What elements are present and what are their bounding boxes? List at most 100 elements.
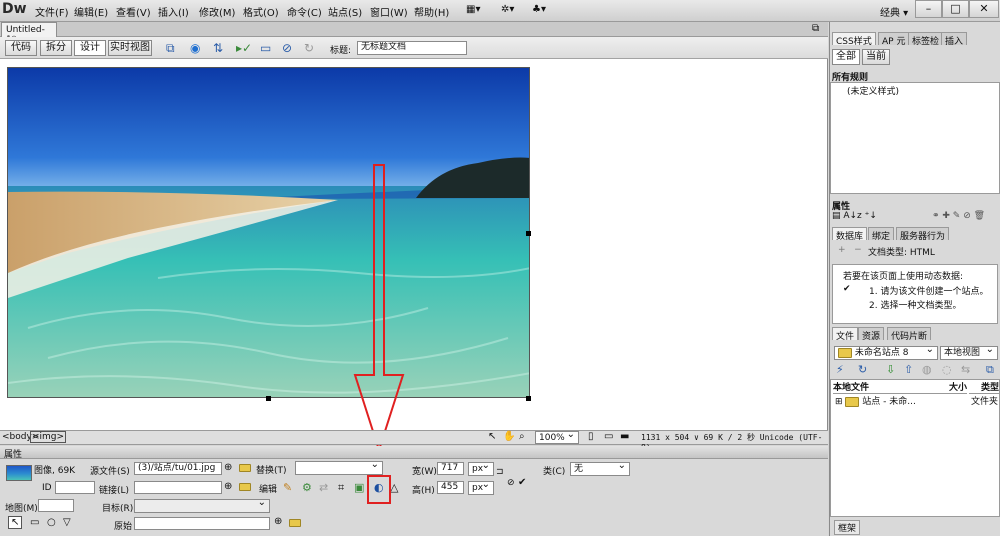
file-management-icon[interactable]: ⇅ (213, 41, 223, 55)
original-point-to-file-icon[interactable]: ⊕ (274, 516, 282, 527)
tab-files[interactable]: 文件 (832, 327, 859, 342)
tab-ap-elements[interactable]: AP 元 (878, 32, 910, 47)
resize-handle-right[interactable] (526, 231, 531, 236)
rect-hotspot-icon[interactable]: ▭ (30, 517, 39, 528)
edit-image-settings-icon[interactable]: ⚙ (302, 481, 312, 494)
menu-format[interactable]: 格式(O) (243, 4, 279, 19)
get-files-icon[interactable]: ⇩ (886, 363, 895, 376)
workspace-switcher[interactable]: 经典 ▾ (880, 4, 908, 19)
multiscreen-icon[interactable]: ⧉ (166, 41, 175, 56)
rule-item[interactable]: (未定义样式) (847, 84, 899, 97)
map-input[interactable] (38, 499, 74, 512)
menu-file[interactable]: 文件(F) (35, 4, 69, 19)
restore-icon[interactable]: ⧉ (812, 23, 819, 34)
view-select[interactable]: 本地视图 (940, 344, 998, 360)
column-local-files[interactable]: 本地文件 (833, 380, 943, 394)
close-button[interactable]: ✕ (969, 0, 999, 18)
beach-photo[interactable] (7, 67, 530, 398)
tab-insert[interactable]: 插入 (941, 32, 968, 47)
mobile-size-icon[interactable]: ▯ (588, 431, 594, 442)
tab-tag-inspector[interactable]: 标签检 (908, 32, 944, 47)
id-input[interactable] (55, 481, 95, 494)
rules-list[interactable]: (未定义样式) (830, 82, 1000, 194)
menu-insert[interactable]: 插入(I) (158, 4, 189, 19)
circle-hotspot-icon[interactable]: ○ (47, 517, 56, 528)
css-rule-actions-icons[interactable]: ⚭ ✚ ✎ ⊘ 🗑 (932, 211, 985, 221)
menu-help[interactable]: 帮助(H) (414, 4, 449, 19)
link-browse-folder-icon[interactable] (239, 483, 251, 491)
split-view-button[interactable]: 拆分 (40, 40, 72, 56)
document-tab[interactable]: Untitled-1* (1, 22, 57, 45)
file-list[interactable]: 本地文件 大小 类型 ⊞ 站点 - 未命... 文件夹 (830, 379, 1000, 517)
polygon-hotspot-icon[interactable]: ▽ (63, 517, 71, 528)
tab-bindings[interactable]: 绑定 (868, 227, 895, 242)
alt-select[interactable] (295, 459, 383, 475)
zoom-select[interactable]: 100% (535, 429, 579, 444)
reset-size-icon[interactable]: ⊘ (507, 478, 515, 488)
db-step-2[interactable]: 2. 选择一种文档类型。 (869, 298, 987, 311)
desktop-size-icon[interactable]: ▬ (620, 431, 629, 442)
db-step-1[interactable]: 1. 请为该文件创建一个站点。 (869, 284, 987, 297)
layout-icon[interactable]: ▦▾ (466, 4, 480, 15)
expand-icon[interactable]: ⧉ (986, 363, 994, 377)
tab-snippets[interactable]: 代码片断 (887, 327, 932, 342)
menu-commands[interactable]: 命令(C) (287, 4, 322, 19)
validate-icon[interactable]: ⊘ (282, 41, 292, 55)
menu-site[interactable]: 站点(S) (328, 4, 362, 19)
menu-edit[interactable]: 编辑(E) (74, 4, 108, 19)
point-to-file-icon[interactable]: ⊕ (224, 462, 232, 473)
column-type[interactable]: 类型 (969, 380, 999, 394)
title-input[interactable]: 无标题文档 (357, 41, 467, 55)
link-input[interactable] (134, 481, 222, 494)
menu-view[interactable]: 查看(V) (116, 4, 151, 19)
file-row-site[interactable]: ⊞ 站点 - 未命... (835, 394, 916, 407)
target-select[interactable] (134, 497, 270, 513)
height-input[interactable]: 455 (437, 481, 464, 494)
checkout-icon[interactable]: ◍ (922, 363, 932, 376)
connect-icon[interactable]: ⚡ (836, 363, 844, 376)
css-all-button[interactable]: 全部 (832, 49, 860, 65)
update-from-original-icon[interactable]: ⇄ (319, 481, 328, 494)
constrain-lock-icon[interactable]: ⊐ (496, 467, 504, 477)
db-add-remove-icons[interactable]: + − (838, 245, 862, 255)
resize-handle-bottom[interactable] (266, 396, 271, 401)
tag-selector-img[interactable]: <img> (30, 431, 67, 443)
tablet-size-icon[interactable]: ▭ (604, 431, 613, 442)
css-current-button[interactable]: 当前 (862, 49, 890, 65)
site-select[interactable]: 未命名站点 8 (834, 344, 938, 360)
height-unit-select[interactable]: px (468, 479, 494, 495)
select-tool-icon[interactable]: ↖ (488, 431, 496, 442)
edit-pencil-icon[interactable]: ✎ (283, 481, 292, 494)
src-input[interactable]: (3)/站点/tu/01.jpg (134, 462, 222, 475)
tab-css-styles[interactable]: CSS样式 (832, 32, 876, 47)
width-unit-select[interactable]: px (468, 460, 494, 476)
design-view-button[interactable]: 设计 (74, 40, 106, 56)
zoom-tool-icon[interactable]: ⌕ (519, 431, 525, 442)
menu-modify[interactable]: 修改(M) (199, 4, 235, 19)
expand-plus-icon[interactable]: ⊞ (835, 397, 843, 407)
commit-size-icon[interactable]: ✔ (518, 477, 526, 488)
sync-icon[interactable]: ⇆ (961, 363, 970, 376)
hand-tool-icon[interactable]: ✋ (503, 431, 515, 442)
live-view-button[interactable]: 实时视图 (108, 40, 152, 56)
checkin-icon[interactable]: ◌ (942, 363, 952, 376)
original-input[interactable] (134, 517, 270, 530)
column-size[interactable]: 大小 (943, 380, 967, 394)
maximize-button[interactable]: □ (942, 0, 969, 18)
frames-tab[interactable]: 框架 (834, 520, 861, 535)
code-view-button[interactable]: 代码 (5, 40, 37, 56)
original-browse-folder-icon[interactable] (289, 519, 301, 527)
crop-icon[interactable]: ⌗ (338, 481, 344, 495)
refresh-icon[interactable]: ↻ (304, 41, 314, 55)
site-manager-icon[interactable]: ♣▾ (532, 4, 546, 15)
check-page-icon[interactable]: ▸✓ (236, 41, 252, 55)
gear-icon[interactable]: ✲▾ (501, 4, 514, 15)
tab-databases[interactable]: 数据库 (832, 227, 868, 242)
visual-aids-icon[interactable]: ▭ (260, 41, 271, 55)
put-files-icon[interactable]: ⇧ (904, 363, 913, 376)
refresh-files-icon[interactable]: ↻ (858, 363, 867, 376)
tab-server-behaviors[interactable]: 服务器行为 (896, 227, 950, 242)
menu-window[interactable]: 窗口(W) (370, 4, 408, 19)
css-view-toggle-icons[interactable]: ▤ A↓z ⁺↓ (832, 211, 877, 221)
class-select[interactable]: 无 (570, 460, 630, 476)
